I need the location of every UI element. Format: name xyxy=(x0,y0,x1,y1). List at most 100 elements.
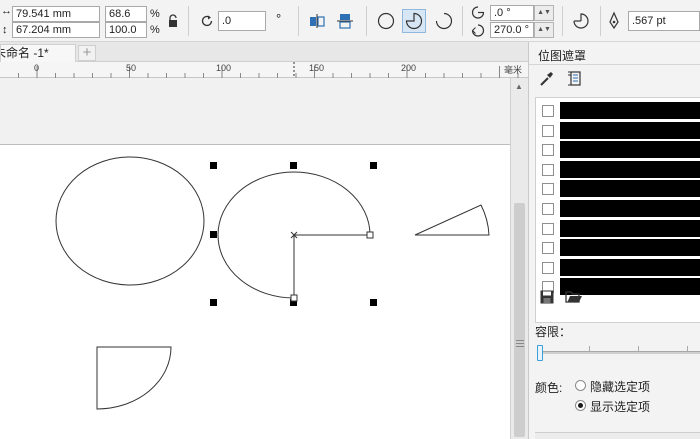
separator xyxy=(600,6,601,36)
show-selected-label[interactable]: 显示选定项 xyxy=(590,398,650,415)
drawing-canvas[interactable] xyxy=(0,78,510,439)
color-swatch[interactable] xyxy=(560,200,700,217)
color-row[interactable] xyxy=(536,199,700,218)
mirror-horizontal-icon[interactable] xyxy=(308,12,326,30)
divider xyxy=(529,64,700,65)
rotate-icon xyxy=(201,15,213,27)
pie-icon xyxy=(405,12,423,30)
color-row[interactable] xyxy=(536,277,700,296)
pen-nib-icon xyxy=(609,11,619,30)
ruler-tick-label: 100 xyxy=(216,63,232,73)
separator xyxy=(562,6,563,36)
tolerance-slider-track[interactable] xyxy=(537,351,700,354)
pie-end-node[interactable] xyxy=(290,294,298,302)
color-mode-label: 颜色: xyxy=(535,381,563,395)
slider-tick xyxy=(638,346,639,351)
end-angle-spinner[interactable]: ▲▼ xyxy=(534,22,554,38)
save-icon[interactable] xyxy=(539,289,555,305)
wedge-shape[interactable] xyxy=(414,204,490,236)
mirror-vertical-icon[interactable] xyxy=(336,12,354,30)
end-angle-field[interactable]: 270.0 ° xyxy=(490,22,534,38)
ellipse-icon[interactable] xyxy=(376,11,396,31)
start-angle-icon xyxy=(471,6,485,19)
color-row-checkbox[interactable] xyxy=(542,124,554,137)
color-swatch[interactable] xyxy=(560,102,700,119)
color-swatch[interactable] xyxy=(560,121,700,139)
thumb-grip-icon xyxy=(516,343,524,344)
scroll-up-icon[interactable]: ▲ xyxy=(515,82,523,91)
slider-tick xyxy=(687,346,688,351)
color-row[interactable] xyxy=(536,121,700,140)
color-row-checkbox[interactable] xyxy=(542,261,554,274)
color-row[interactable] xyxy=(536,179,700,198)
pie-button[interactable] xyxy=(402,9,426,33)
arc-icon[interactable] xyxy=(434,11,454,31)
separator xyxy=(366,6,367,36)
lock-ratio-icon[interactable] xyxy=(167,14,179,28)
color-row[interactable] xyxy=(536,160,700,179)
color-row-checkbox[interactable] xyxy=(542,105,554,117)
height-arrow-icon: ↕ xyxy=(2,24,8,36)
color-row[interactable] xyxy=(536,140,700,159)
thumb-grip-icon xyxy=(516,346,524,347)
degree-symbol-label: ° xyxy=(276,11,282,26)
horizontal-ruler[interactable]: 0 50 100 150 200 毫米 xyxy=(0,62,528,78)
tab-document[interactable]: 未命名 -1* xyxy=(0,44,76,62)
color-list xyxy=(535,97,700,323)
ellipse-shape[interactable] xyxy=(55,156,205,286)
scale-y-field[interactable]: 100.0 xyxy=(105,22,147,38)
ruler-tick-label: 150 xyxy=(309,63,325,73)
object-width-field[interactable]: 79.541 mm xyxy=(12,6,100,22)
change-direction-icon[interactable] xyxy=(571,11,591,31)
percent-x-label: % xyxy=(150,8,160,20)
start-angle-field[interactable]: .0 ° xyxy=(490,5,534,21)
color-row-checkbox[interactable] xyxy=(542,242,554,255)
color-row-checkbox[interactable] xyxy=(542,222,554,235)
color-swatch[interactable] xyxy=(560,180,700,198)
color-row[interactable] xyxy=(536,101,700,120)
scale-x-field[interactable]: 68.6 xyxy=(105,6,147,22)
ruler-unit-label: 毫米 xyxy=(503,65,522,75)
color-swatch[interactable] xyxy=(560,160,700,178)
vertical-scrollbar[interactable]: ▲ xyxy=(510,78,528,439)
color-swatch[interactable] xyxy=(560,239,700,257)
outline-width-field[interactable]: .567 pt xyxy=(628,11,700,31)
hide-selected-label[interactable]: 隐藏选定项 xyxy=(590,378,650,395)
open-folder-icon[interactable] xyxy=(565,289,583,305)
separator xyxy=(188,6,189,36)
eyedropper-icon[interactable] xyxy=(538,70,554,88)
plus-icon: + xyxy=(82,44,92,61)
tolerance-label: 容限： xyxy=(535,325,572,339)
start-angle-spinner[interactable]: ▲▼ xyxy=(534,5,554,21)
show-selected-radio[interactable] xyxy=(575,400,586,411)
mask-tool-icon[interactable] xyxy=(567,69,583,88)
color-swatch[interactable] xyxy=(560,258,700,276)
docker-bottom-strip xyxy=(535,432,700,439)
color-row-checkbox[interactable] xyxy=(542,163,554,176)
document-tab-label: 未命名 -1* xyxy=(1,46,49,60)
object-height-field[interactable]: 67.204 mm xyxy=(12,22,100,38)
add-tab-button[interactable]: + xyxy=(78,45,96,61)
ruler-tick-label: 50 xyxy=(126,63,137,73)
ruler-ticks xyxy=(18,62,519,78)
canvas-objects xyxy=(55,156,490,410)
color-row[interactable] xyxy=(536,219,700,238)
color-row-checkbox[interactable] xyxy=(542,144,554,157)
property-bar: ↔ 79.541 mm ↕ 67.204 mm 68.6 % 100.0 % .… xyxy=(0,0,700,42)
separator xyxy=(462,6,463,36)
color-swatch[interactable] xyxy=(560,219,700,237)
color-row[interactable] xyxy=(536,238,700,257)
document-tab-bar: 未命名 -1* + xyxy=(0,42,528,62)
pie-start-node[interactable] xyxy=(366,231,374,239)
hide-selected-radio[interactable] xyxy=(575,380,586,391)
color-row-checkbox[interactable] xyxy=(542,183,554,196)
bitmap-mask-docker: 位图遮罩 容限： 颜色: 隐藏选定项 显示选定项 xyxy=(528,42,700,439)
rotation-angle-field[interactable]: .0 xyxy=(218,11,266,31)
tolerance-slider-thumb[interactable] xyxy=(537,345,543,361)
color-row-checkbox[interactable] xyxy=(542,203,554,215)
scrollbar-thumb[interactable] xyxy=(514,203,525,437)
docker-title: 位图遮罩 xyxy=(538,49,587,63)
quarter-pie-shape[interactable] xyxy=(96,346,172,410)
color-swatch[interactable] xyxy=(560,141,700,159)
color-row[interactable] xyxy=(536,258,700,277)
